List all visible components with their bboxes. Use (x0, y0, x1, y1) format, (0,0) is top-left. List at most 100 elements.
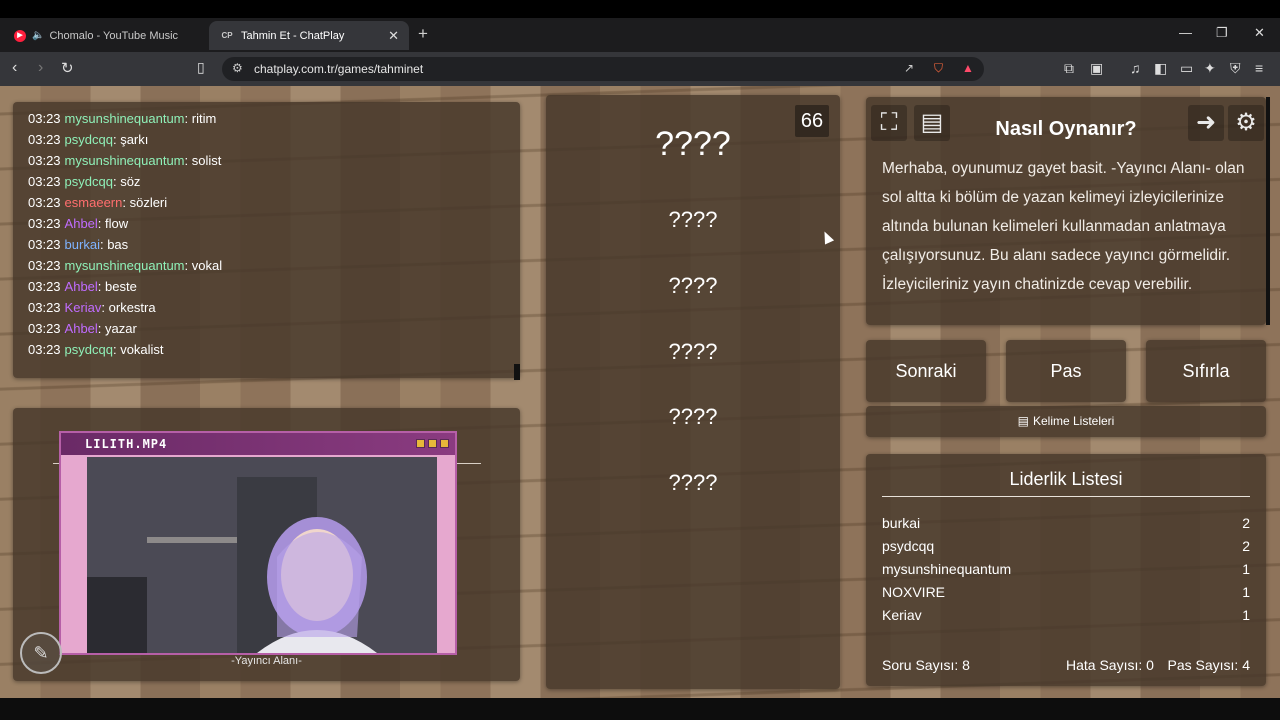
screenshot-icon[interactable]: ▣ (1090, 60, 1103, 77)
youtube-music-icon: ▶ (14, 29, 26, 42)
chat-text: : yazar (97, 321, 137, 336)
chat-time: 03:23 (28, 132, 61, 147)
leaderboard-row: NOXVIRE 1 (882, 584, 1250, 607)
chat-message: 03:23 psydcqq: vokalist (28, 339, 520, 360)
chat-text: : solist (184, 153, 222, 168)
wallet-icon[interactable]: ▭ (1180, 60, 1193, 77)
chat-username[interactable]: Keriav (65, 300, 102, 315)
leaderboard-row: psydcqq 2 (882, 538, 1250, 561)
chat-message: 03:23 burkai: bas (28, 234, 520, 255)
nav-bar: ‹ › ↻ ▯ ⚙ chatplay.com.tr/games/tahminet… (0, 52, 1280, 86)
player-name: psydcqq (882, 538, 935, 554)
address-bar[interactable]: ⚙ chatplay.com.tr/games/tahminet ↗ ⛉ ▲ (222, 57, 984, 81)
streamer-area-caption: -Yayıncı Alanı- (231, 655, 302, 667)
brave-shields-icon[interactable]: ⛉ (934, 61, 943, 76)
player-name: NOXVIRE (882, 584, 946, 600)
reset-button[interactable]: Sıfırla (1146, 340, 1266, 402)
leaderboard-title: Liderlik Listesi (882, 469, 1250, 497)
how-to-play-title: Nasıl Oynanır? (995, 118, 1137, 140)
tab-youtube-music[interactable]: ▶ 🔈 Chomalo - YouTube Music (4, 21, 204, 50)
player-name: mysunshinequantum (882, 561, 1012, 577)
webcam-scene (87, 457, 437, 653)
forbidden-word: ???? (668, 273, 718, 298)
player-name: burkai (882, 515, 921, 531)
site-settings-icon[interactable]: ⚙ (232, 61, 243, 75)
sidebar-icon[interactable]: ◧ (1154, 60, 1167, 77)
chat-text: : vokal (184, 258, 223, 273)
minimize-icon[interactable]: — (1179, 25, 1192, 40)
speaker-icon[interactable]: 🔈 (32, 30, 44, 41)
extensions-icon[interactable]: ⧉ (1064, 60, 1074, 77)
error-count: Hata Sayısı: 0 (1066, 657, 1154, 673)
bottom-strip (0, 698, 1280, 720)
forbidden-word: ???? (668, 404, 718, 429)
player-score: 2 (1242, 538, 1250, 554)
vpn-icon[interactable]: ⛨ (1230, 60, 1241, 77)
forbidden-word: ???? (668, 339, 718, 364)
chat-text: : flow (97, 216, 129, 231)
words-panel: 66 ???? ???? ???? ???? ???? ???? (546, 95, 840, 689)
chat-time: 03:23 (28, 237, 61, 252)
webcam-window: LILITH.MP4 (59, 431, 457, 655)
restore-icon[interactable]: ❐ (1216, 25, 1228, 41)
close-tab-icon[interactable]: ✕ (388, 28, 399, 44)
chat-message: 03:23 Ahbel: yazar (28, 318, 520, 339)
chat-time: 03:23 (28, 342, 61, 357)
back-icon[interactable]: ‹ (12, 59, 17, 77)
chat-username[interactable]: Ahbel (65, 321, 98, 336)
chat-username[interactable]: psydcqq (65, 342, 113, 357)
chat-text: : söz (112, 174, 141, 189)
player-score: 1 (1242, 584, 1250, 600)
share-icon[interactable]: ↗ (904, 61, 914, 75)
leo-ai-icon[interactable]: ✦ (1204, 60, 1216, 77)
pass-button[interactable]: Pas (1006, 340, 1126, 402)
chat-message: 03:23 Ahbel: beste (28, 276, 520, 297)
chat-username[interactable]: mysunshinequantum (65, 258, 185, 273)
word-lists-button[interactable]: ▤ Kelime Listeleri (866, 406, 1266, 437)
new-tab-button[interactable]: + (418, 24, 428, 44)
chat-text: : orkestra (101, 300, 156, 315)
bookmark-icon[interactable]: ▯ (197, 59, 205, 76)
maximize-icon (428, 439, 437, 448)
chat-username[interactable]: esmaeern (65, 195, 123, 210)
chat-message: 03:23 mysunshinequantum: solist (28, 150, 520, 171)
edit-icon[interactable]: ✎ (20, 632, 62, 674)
url-text[interactable]: chatplay.com.tr/games/tahminet (254, 62, 423, 76)
next-button[interactable]: Sonraki (866, 340, 986, 402)
forbidden-word: ???? (668, 470, 718, 495)
chat-time: 03:23 (28, 111, 61, 126)
leaderboard-row: Keriav 1 (882, 607, 1250, 630)
chat-username[interactable]: Ahbel (65, 216, 98, 231)
chat-panel: 03:23 mysunshinequantum: ritim 03:23 psydcq… (13, 102, 520, 380)
chat-text: : bas (99, 237, 129, 252)
chatplay-icon: CP (221, 30, 233, 40)
chat-message: 03:23 mysunshinequantum: vokal (28, 255, 520, 276)
chat-username[interactable]: mysunshinequantum (65, 111, 185, 126)
chat-username[interactable]: mysunshinequantum (65, 153, 185, 168)
chat-time: 03:23 (28, 300, 61, 315)
how-to-play-scrollbar[interactable] (1266, 97, 1270, 325)
leaderboard-row: burkai 2 (882, 515, 1250, 538)
chat-username[interactable]: Ahbel (65, 279, 98, 294)
reload-icon[interactable]: ↻ (61, 59, 74, 77)
chat-username[interactable]: psydcqq (65, 132, 113, 147)
media-icon[interactable]: ♫ (1130, 60, 1141, 76)
chat-text: : vokalist (112, 342, 164, 357)
divider (457, 463, 481, 464)
question-count: Soru Sayısı: 8 (882, 657, 970, 673)
forward-icon[interactable]: › (38, 59, 43, 77)
chat-time: 03:23 (28, 321, 61, 336)
chat-time: 03:23 (28, 279, 61, 294)
webcam-video (87, 457, 437, 653)
tab-label: Chomalo - YouTube Music (49, 29, 179, 42)
chat-username[interactable]: burkai (65, 237, 100, 252)
brave-rewards-icon[interactable]: ▲ (962, 61, 974, 75)
chat-time: 03:23 (28, 153, 61, 168)
chat-scrollbar[interactable] (514, 364, 520, 380)
menu-icon[interactable]: ≡ (1255, 60, 1263, 76)
window-close-icon[interactable]: ✕ (1254, 25, 1265, 41)
chat-time: 03:23 (28, 216, 61, 231)
tab-chatplay[interactable]: CP Tahmin Et - ChatPlay ✕ (209, 21, 409, 50)
word-lists-label: Kelime Listeleri (1032, 414, 1115, 428)
chat-username[interactable]: psydcqq (65, 174, 113, 189)
